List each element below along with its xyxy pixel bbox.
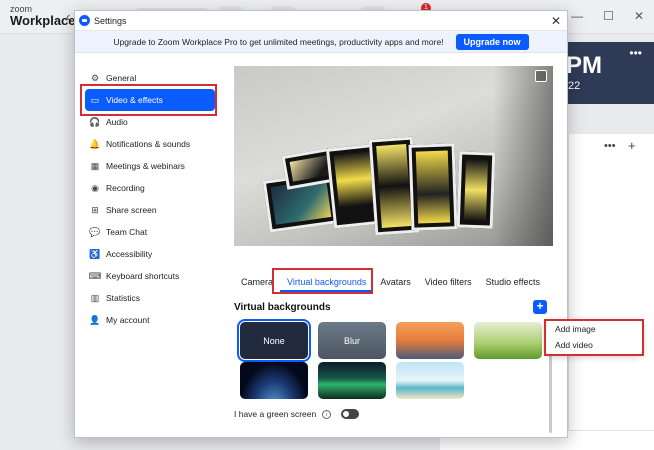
background-aurora[interactable]: [318, 362, 386, 399]
poster-frame: [456, 151, 496, 229]
maximize-icon[interactable]: ☐: [603, 9, 614, 23]
user-icon: 👤: [89, 314, 101, 325]
keyboard-icon: ⌨: [88, 270, 102, 281]
gear-icon: ⚙: [90, 72, 100, 83]
sidebar-item-recording[interactable]: ◉ Recording: [81, 177, 221, 199]
background-blur[interactable]: Blur: [318, 322, 386, 359]
bell-icon: 🔔: [89, 138, 101, 149]
sidebar-item-label: My account: [106, 315, 150, 325]
background-golden-gate[interactable]: [396, 322, 464, 359]
sidebar-item-label: General: [106, 73, 137, 83]
clock-date: 22: [568, 80, 581, 92]
sidebar-item-label: Recording: [106, 183, 145, 193]
upgrade-banner: Upgrade to Zoom Workplace Pro to get unl…: [75, 31, 567, 53]
back-icon[interactable]: ‹: [66, 9, 70, 24]
background-beach[interactable]: [396, 362, 464, 399]
sidebar-item-label: Share screen: [106, 205, 157, 215]
tab-video-filters[interactable]: Video filters: [418, 274, 479, 292]
poster-frame: [408, 143, 458, 231]
camera-preview: [234, 66, 553, 246]
background-earth[interactable]: [240, 362, 308, 399]
dialog-title: Settings: [94, 15, 127, 26]
sidebar-item-notifications[interactable]: 🔔 Notifications & sounds: [81, 133, 221, 155]
highlight-add-menu: [544, 319, 644, 356]
sidebar-item-label: Statistics: [106, 293, 141, 303]
upgrade-button[interactable]: Upgrade now: [455, 33, 529, 50]
sidebar-item-label: Keyboard shortcuts: [106, 271, 180, 281]
expand-icon[interactable]: [535, 70, 547, 82]
highlight-video-effects: [80, 84, 217, 116]
headphones-icon: 🎧: [89, 116, 101, 127]
virtual-backgrounds-heading: Virtual backgrounds: [234, 302, 331, 313]
sidebar-item-statistics[interactable]: ▥ Statistics: [81, 287, 221, 309]
sidebar-item-team-chat[interactable]: 💬 Team Chat: [81, 221, 221, 243]
panel-more-icon[interactable]: •••: [604, 140, 616, 152]
sidebar-item-keyboard-shortcuts[interactable]: ⌨ Keyboard shortcuts: [81, 265, 221, 287]
statistics-icon: ▥: [90, 292, 100, 303]
thumb-label: Blur: [343, 335, 360, 346]
green-screen-row: I have a green screen i: [234, 409, 360, 419]
settings-dialog: Settings ✕ Upgrade to Zoom Workplace Pro…: [74, 10, 568, 438]
preview-shadow: [493, 66, 553, 246]
green-screen-toggle[interactable]: [341, 409, 360, 419]
sidebar-item-label: Audio: [106, 117, 128, 127]
clock-time: PM: [566, 52, 602, 79]
add-background-button[interactable]: +: [533, 300, 547, 314]
record-icon: ◉: [91, 182, 99, 193]
sidebar-item-label: Meetings & webinars: [106, 161, 185, 171]
window-controls: — ☐ ✕: [571, 9, 644, 23]
background-grass[interactable]: [474, 322, 542, 359]
tab-avatars[interactable]: Avatars: [373, 274, 417, 292]
sidebar-item-my-account[interactable]: 👤 My account: [81, 309, 221, 331]
dialog-titlebar: Settings ✕: [75, 11, 567, 31]
panel-add-icon[interactable]: +: [628, 138, 636, 153]
accessibility-icon: ♿: [89, 248, 101, 259]
thumb-label: None: [263, 335, 285, 346]
sidebar-item-label: Notifications & sounds: [106, 139, 191, 149]
background-none[interactable]: None: [237, 319, 311, 362]
info-icon[interactable]: i: [322, 409, 332, 419]
minimize-icon[interactable]: —: [571, 9, 583, 23]
share-screen-icon: ⊞: [91, 204, 99, 215]
chat-icon: 💬: [89, 226, 101, 237]
more-icon[interactable]: •••: [629, 46, 642, 60]
close-icon[interactable]: ✕: [551, 14, 561, 28]
green-screen-label: I have a green screen: [234, 409, 317, 419]
upgrade-message: Upgrade to Zoom Workplace Pro to get unl…: [113, 36, 444, 47]
zoom-app-icon: [79, 15, 90, 26]
sidebar-item-meetings[interactable]: ▦ Meetings & webinars: [81, 155, 221, 177]
panel-header: ••• +: [570, 138, 654, 156]
sidebar-item-accessibility[interactable]: ♿ Accessibility: [81, 243, 221, 265]
highlight-virtual-backgrounds: [272, 268, 373, 294]
meetings-panel: [568, 134, 654, 450]
tab-studio-effects[interactable]: Studio effects: [479, 274, 547, 292]
sidebar-item-share-screen[interactable]: ⊞ Share screen: [81, 199, 221, 221]
sidebar-item-label: Accessibility: [106, 249, 153, 259]
calendar-icon: ▦: [90, 160, 100, 171]
sidebar-item-label: Team Chat: [106, 227, 148, 237]
close-window-icon[interactable]: ✕: [634, 9, 644, 23]
